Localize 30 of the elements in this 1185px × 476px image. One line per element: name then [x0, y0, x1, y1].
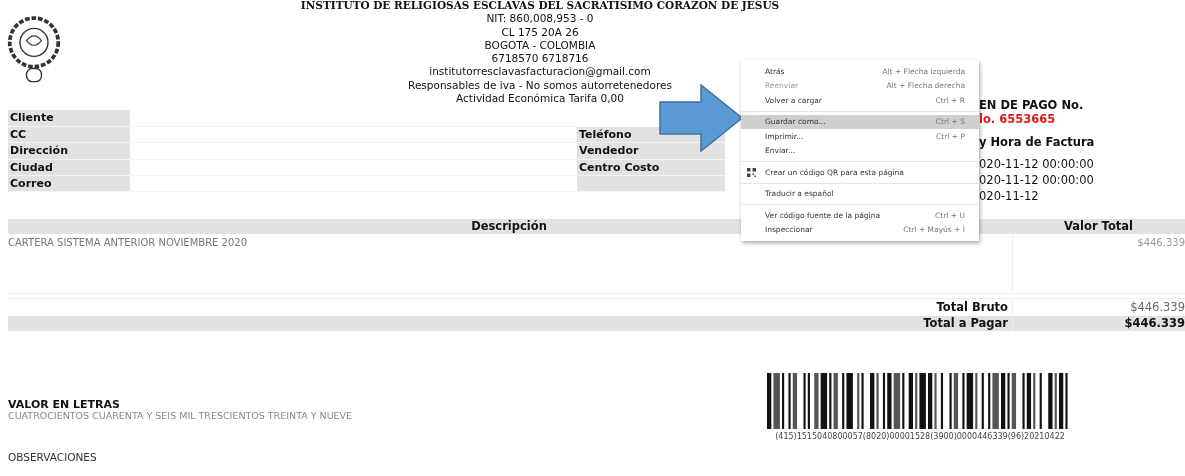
- company-info-line: NIT: 860,008,953 - 0: [486, 12, 594, 26]
- company-info-line: CL 175 20A 26: [501, 25, 579, 39]
- payment-number: lo. 6553665: [979, 112, 1057, 127]
- table-cell: $446.339: [1012, 234, 1185, 294]
- field-label: Dirección: [8, 143, 130, 160]
- invoice-date: 020-11-12: [979, 188, 1040, 205]
- company-info-line: Responsables de iva - No somos autorretenedores: [408, 78, 672, 93]
- date-heading: y Hora de Factura: [979, 135, 1095, 150]
- table-cell-text: CARTERA SISTEMA ANTERIOR NOVIEMBRE 2020: [8, 236, 249, 251]
- field-label: Vendedor: [577, 143, 725, 160]
- qr-code-icon: [747, 168, 756, 177]
- invoice-date: 020-11-12 00:00:00: [979, 172, 1095, 189]
- company-info-line: BOGOTA - COLOMBIA: [484, 38, 596, 53]
- company-info-line: Actividad Económica Tarifa 0,00: [456, 92, 624, 106]
- amount-in-words: CUATROCIENTOS CUARENTA Y SEIS MIL TRESCIENTOS TREINTA Y NUEVE: [8, 411, 354, 422]
- company-name: INSTITUTO DE RELIGIOSAS ESCLAVAS DEL SACRATISIMO CORAZON DE JESUS: [300, 0, 780, 13]
- field-label: Cliente: [8, 110, 130, 127]
- total-label: Total a Pagar: [922, 316, 1009, 332]
- invoice-date: 020-11-12 00:00:00: [979, 156, 1095, 173]
- barcode-number: (415)1515040800057(8020)00001528(3900)0000446339(96)20210422: [775, 432, 1065, 442]
- company-info-line: institutorresclavasfacturacion@gmail.com: [429, 65, 651, 79]
- total-label: Total Bruto: [935, 300, 1009, 316]
- company-info-line: 6718570 6718716: [491, 52, 589, 66]
- payment-heading: EN DE PAGO No.: [979, 98, 1085, 113]
- section-heading: VALOR EN LETRAS: [8, 398, 122, 412]
- total-value: $446.339: [1012, 316, 1185, 332]
- section-heading: OBSERVACIONES: [8, 451, 98, 464]
- total-value: $446.339: [1012, 300, 1185, 316]
- column-header: Descripción: [471, 219, 547, 234]
- column-header: Valor Total: [1064, 219, 1133, 234]
